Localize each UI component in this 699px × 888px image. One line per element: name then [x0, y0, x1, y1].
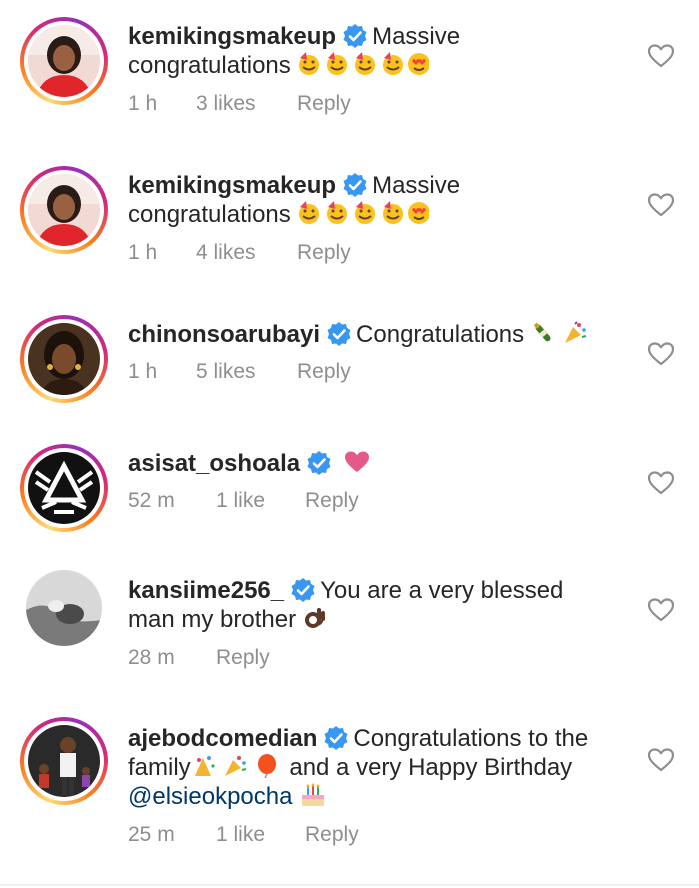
- heart-outline-icon[interactable]: [648, 471, 674, 495]
- verified-badge-icon: [323, 725, 349, 751]
- comment-text-birthday: and a very Happy Birthday: [289, 754, 573, 781]
- story-avatar[interactable]: [20, 315, 108, 403]
- comment-text: Congratulations: [356, 321, 525, 348]
- comment-username[interactable]: ajebodcomedian: [128, 725, 317, 752]
- champagne-party-emoji-icon: [531, 321, 589, 345]
- comment-time: 52 m: [128, 489, 175, 512]
- comment-username[interactable]: kemikingsmakeup: [128, 23, 336, 50]
- avatar-image: [28, 25, 100, 97]
- comment-username[interactable]: kansiime256_: [128, 577, 284, 604]
- comment-time: 28 m: [128, 646, 175, 669]
- comment-username[interactable]: chinonsoarubayi: [128, 321, 320, 348]
- partying-face-emoji-icon: [297, 201, 430, 225]
- comment-likes[interactable]: 1 like: [216, 823, 265, 847]
- reply-button[interactable]: Reply: [305, 489, 359, 513]
- reply-button[interactable]: Reply: [297, 360, 351, 384]
- comment-likes[interactable]: 5 likes: [196, 360, 256, 384]
- comment-time: 1 h: [128, 241, 158, 264]
- reply-button[interactable]: Reply: [305, 823, 359, 847]
- avatar-image: [28, 452, 100, 524]
- heart-outline-icon[interactable]: [648, 342, 674, 366]
- reply-button[interactable]: Reply: [297, 92, 351, 116]
- story-avatar[interactable]: [20, 444, 108, 532]
- comment-text-line2: congratulations: [128, 52, 291, 79]
- reply-button[interactable]: Reply: [297, 241, 351, 265]
- comment-text: Massive: [372, 172, 461, 199]
- ok-hand-emoji-icon: [303, 606, 327, 630]
- heart-outline-icon[interactable]: [648, 44, 674, 68]
- comment-time: 25 m: [128, 823, 175, 846]
- comment-likes[interactable]: 4 likes: [196, 241, 256, 265]
- reply-button[interactable]: Reply: [216, 646, 270, 670]
- comment-username[interactable]: kemikingsmakeup: [128, 172, 336, 199]
- heart-outline-icon[interactable]: [648, 193, 674, 217]
- story-avatar[interactable]: [20, 717, 108, 805]
- comment-text-line2: man my brother: [128, 606, 297, 633]
- avatar[interactable]: [26, 570, 102, 646]
- story-avatar[interactable]: [20, 17, 108, 105]
- verified-badge-icon: [342, 23, 368, 49]
- verified-badge-icon: [290, 577, 316, 603]
- heart-outline-icon[interactable]: [648, 748, 674, 772]
- confetti-party-balloon-emoji-icon: [191, 754, 283, 778]
- verified-badge-icon: [342, 172, 368, 198]
- heart-outline-icon[interactable]: [648, 598, 674, 622]
- verified-badge-icon: [326, 321, 352, 347]
- avatar-image: [28, 725, 100, 797]
- comment-username[interactable]: asisat_oshoala: [128, 450, 300, 477]
- mention-link[interactable]: @elsieokpocha: [128, 783, 292, 810]
- comment-text: Congratulations to the: [353, 725, 589, 752]
- avatar-image: [28, 174, 100, 246]
- comment-text: Massive: [372, 23, 461, 50]
- comment-text: You are a very blessed: [320, 577, 564, 604]
- birthday-cake-emoji-icon: [299, 783, 327, 807]
- comment-time: 1 h: [128, 360, 158, 383]
- comment-text-family: family: [128, 754, 191, 781]
- comment-likes[interactable]: 1 like: [216, 489, 265, 513]
- comment-likes[interactable]: 3 likes: [196, 92, 256, 116]
- pink-heart-emoji-icon: [343, 450, 371, 474]
- story-avatar[interactable]: [20, 166, 108, 254]
- divider: [0, 884, 699, 886]
- avatar-image: [28, 323, 100, 395]
- partying-face-emoji-icon: [297, 52, 430, 76]
- comment-text-line2: congratulations: [128, 201, 291, 228]
- avatar-image: [26, 570, 102, 646]
- verified-badge-icon: [306, 450, 332, 476]
- comment-time: 1 h: [128, 92, 158, 115]
